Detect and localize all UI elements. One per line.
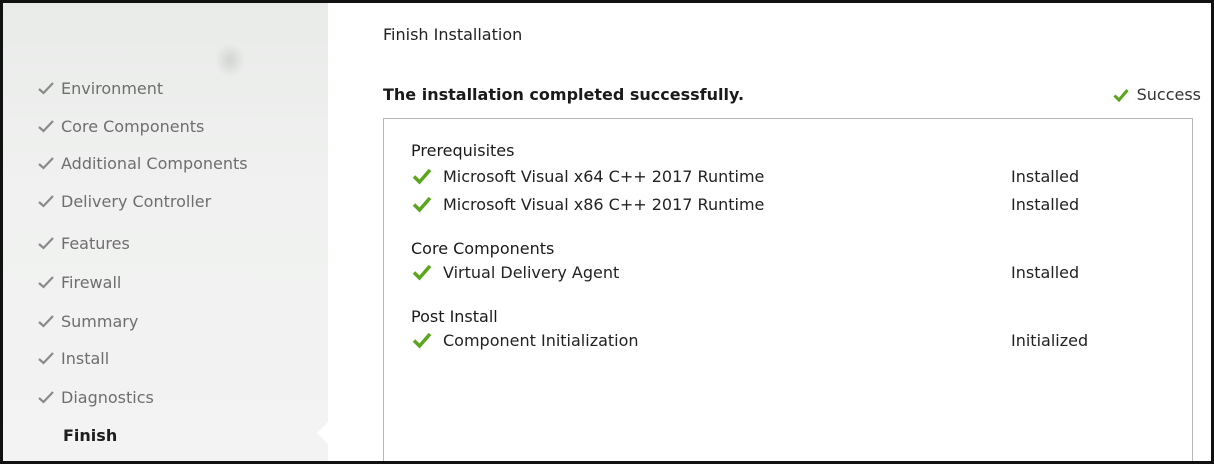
sidebar-item-label: Finish [63,425,118,445]
sidebar-item-label: Delivery Controller [61,191,212,211]
checkmark-icon [412,168,432,185]
sidebar-item-label: Features [61,233,130,253]
checkmark-icon [38,237,54,250]
checkmark-icon [412,196,432,213]
list-item: Component Initialization Initialized [411,329,1171,351]
sidebar-item-firewall[interactable]: Firewall [37,271,121,293]
sidebar-item-label: Diagnostics [61,387,154,407]
main-panel: Finish Installation The installation com… [328,3,1211,461]
component-name: Component Initialization [443,330,639,350]
results-list: Prerequisites Microsoft Visual x64 C++ 2… [383,118,1193,461]
sidebar-item-additional-components[interactable]: Additional Components [37,152,248,174]
component-name: Microsoft Visual x64 C++ 2017 Runtime [443,166,765,186]
sidebar-item-environment[interactable]: Environment [37,77,163,99]
sidebar-decoration [215,43,245,77]
sidebar-item-install[interactable]: Install [37,347,109,369]
sidebar-item-label: Environment [61,78,164,98]
component-status: Initialized [1011,330,1089,350]
installer-window: Environment Core Components Additional C… [0,0,1214,464]
checkmark-icon [38,391,54,404]
checkmark-icon [38,157,54,170]
sidebar-item-features[interactable]: Features [37,232,130,254]
sidebar-item-label: Firewall [61,272,122,292]
sidebar-item-label: Summary [61,311,139,331]
completion-message: The installation completed successfully. [383,85,745,104]
component-status: Installed [1011,262,1080,282]
component-status: Installed [1011,194,1080,214]
checkmark-icon [38,352,54,365]
checkmark-icon [38,195,54,208]
status-badge: Success [1113,85,1201,104]
sidebar-item-finish[interactable]: Finish [63,424,117,446]
checkmark-icon [38,120,54,133]
status-label: Success [1136,85,1201,104]
section-title-prerequisites: Prerequisites [411,141,515,160]
list-item: Microsoft Visual x86 C++ 2017 Runtime In… [411,193,1171,215]
section-title-core-components: Core Components [411,239,555,258]
page-title: Finish Installation [383,25,523,44]
component-name: Microsoft Visual x86 C++ 2017 Runtime [443,194,765,214]
sidebar-item-core-components[interactable]: Core Components [37,115,204,137]
checkmark-icon [412,264,432,281]
current-step-pointer [317,422,328,444]
component-status: Installed [1011,166,1080,186]
sidebar-item-label: Install [61,348,110,368]
wizard-sidebar: Environment Core Components Additional C… [3,3,328,461]
checkmark-icon [38,315,54,328]
section-title-post-install: Post Install [411,307,498,326]
sidebar-item-label: Additional Components [61,153,248,173]
component-name: Virtual Delivery Agent [443,262,620,282]
sidebar-item-label: Core Components [61,116,205,136]
checkmark-icon [412,332,432,349]
list-item: Microsoft Visual x64 C++ 2017 Runtime In… [411,165,1171,187]
sidebar-item-diagnostics[interactable]: Diagnostics [37,386,154,408]
checkmark-icon [38,276,54,289]
checkmark-icon [38,82,54,95]
sidebar-item-delivery-controller[interactable]: Delivery Controller [37,190,211,212]
sidebar-item-summary[interactable]: Summary [37,310,138,332]
list-item: Virtual Delivery Agent Installed [411,261,1171,283]
checkmark-icon [1113,88,1129,102]
